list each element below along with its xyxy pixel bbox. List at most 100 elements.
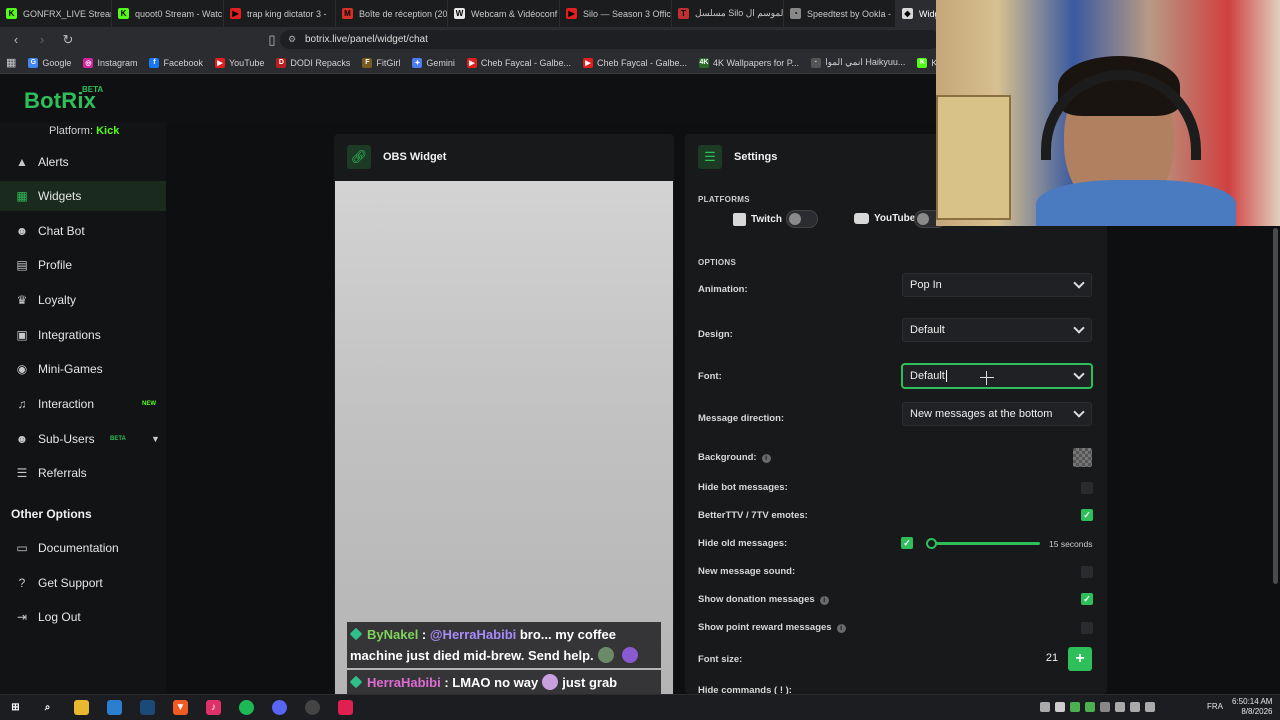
- discord-icon[interactable]: [272, 700, 287, 715]
- sidebar-item-loyalty[interactable]: ♛ Loyalty: [0, 285, 166, 315]
- bookmark-favicon-icon: ◎: [83, 57, 94, 68]
- browser-tab[interactable]: ▶ Silo — Season 3 Offic: [560, 0, 672, 27]
- file-explorer-icon[interactable]: [74, 700, 89, 715]
- info-icon[interactable]: i: [836, 624, 846, 633]
- tab-label: Webcam & Vidéoconf: [471, 8, 558, 19]
- bookmark-item[interactable]: ✦ Gemini: [412, 57, 455, 68]
- design-select[interactable]: Default: [902, 318, 1092, 342]
- page-scrollbar[interactable]: [1273, 228, 1278, 584]
- tab-label: Boîte de réception (20: [359, 8, 448, 19]
- browser-tab[interactable]: M Boîte de réception (20: [336, 0, 448, 27]
- direction-select[interactable]: New messages at the bottom: [902, 402, 1092, 426]
- info-icon[interactable]: i: [761, 454, 771, 463]
- steam-icon[interactable]: [140, 700, 155, 715]
- tiktok-icon[interactable]: ♪: [206, 700, 221, 715]
- slider-handle[interactable]: [926, 538, 937, 549]
- font-value: Default: [910, 370, 945, 382]
- sidebar-item-documentation[interactable]: ▭ Documentation: [0, 533, 166, 563]
- browser-tab[interactable]: ▶ trap king dictator 3 -: [224, 0, 336, 27]
- bookmark-item[interactable]: f Facebook: [149, 57, 203, 68]
- chat-message: HerraHabibi : LMAO no way just grab: [347, 670, 661, 694]
- text-cursor: [945, 370, 947, 382]
- browser-tab[interactable]: T مسلسل Silo الموسم ال: [672, 0, 784, 27]
- twitch-toggle[interactable]: [786, 210, 818, 228]
- chevron-down-icon: [1073, 406, 1085, 418]
- sliders-icon: ☰: [698, 145, 722, 169]
- bookmark-item[interactable]: · انمي الموا Haikyuu...: [811, 57, 905, 68]
- sidebar-item-referrals[interactable]: ☰ Referrals: [0, 458, 166, 488]
- clock[interactable]: 6:50:14 AM 8/8/2026: [1232, 697, 1272, 717]
- background-color-swatch[interactable]: [1073, 448, 1092, 467]
- sidebar-item-widgets[interactable]: ▦ Widgets: [0, 181, 166, 211]
- chevron-down-icon: [1073, 277, 1085, 289]
- search-icon[interactable]: ⌕: [40, 700, 55, 715]
- tab-label: Silo — Season 3 Offic: [583, 8, 671, 19]
- reload-icon[interactable]: ↻: [58, 30, 78, 50]
- donation-checkbox[interactable]: ✓: [1081, 593, 1093, 605]
- animation-select[interactable]: Pop In: [902, 273, 1092, 297]
- forward-icon[interactable]: ›: [32, 30, 52, 50]
- hide-old-value: 15 seconds: [1049, 539, 1093, 549]
- sidebar-item-label: Chat Bot: [38, 224, 85, 238]
- browser-tab[interactable]: K GONFRX_LIVE Stream: [0, 0, 112, 27]
- site-info-icon[interactable]: ⚙: [288, 34, 296, 45]
- bookmark-item[interactable]: G Google: [28, 57, 71, 68]
- store-icon[interactable]: [107, 700, 122, 715]
- sidebar-item-get-support[interactable]: ? Get Support: [0, 568, 166, 598]
- sidebar-item-mini-games[interactable]: ◉ Mini-Games: [0, 354, 166, 384]
- app-icon[interactable]: [338, 700, 353, 715]
- sidebar-item-sub-users[interactable]: ☻ Sub-Users BETA ▼: [0, 424, 166, 454]
- sidebar-item-interaction[interactable]: ♫ Interaction NEW: [0, 389, 166, 419]
- font-select[interactable]: Default: [902, 364, 1092, 388]
- url-field[interactable]: ⚙ botrix.live/panel/widget/chat: [280, 30, 940, 49]
- chevron-down-icon[interactable]: ▼: [151, 434, 160, 444]
- back-icon[interactable]: ‹: [6, 30, 26, 50]
- bookmark-item[interactable]: D DODI Repacks: [276, 57, 350, 68]
- profile-icon: ▤: [16, 258, 28, 272]
- windows-start-icon[interactable]: ⊞: [8, 700, 23, 715]
- sound-checkbox[interactable]: [1081, 566, 1093, 578]
- info-icon[interactable]: i: [819, 596, 829, 605]
- sidebar-item-log-out[interactable]: ⇥ Log Out: [0, 602, 166, 632]
- tab-favicon-icon: ▶: [566, 8, 577, 19]
- spotify-icon[interactable]: [239, 700, 254, 715]
- mouse-crosshair-icon: [980, 371, 994, 385]
- apps-grid-icon[interactable]: ▦: [6, 56, 16, 69]
- hide-old-checkbox[interactable]: ✓: [901, 537, 913, 549]
- bookmark-item[interactable]: ◎ Instagram: [83, 57, 137, 68]
- design-label: Design:: [698, 329, 733, 340]
- browser-tab[interactable]: ◔ Speedtest by Ookla -: [784, 0, 896, 27]
- bookmark-item[interactable]: ▶ YouTube: [215, 57, 264, 68]
- sidebar-item-chat-bot[interactable]: ☻ Chat Bot: [0, 216, 166, 246]
- url-text: botrix.live/panel/widget/chat: [305, 34, 428, 45]
- bookmark-item[interactable]: ▶ Cheb Faycal - Galbe...: [466, 57, 571, 68]
- brave-icon[interactable]: ▼: [173, 700, 188, 715]
- hide-bot-checkbox[interactable]: [1081, 482, 1093, 494]
- hide-old-slider[interactable]: [926, 538, 1040, 549]
- font-label: Font:: [698, 371, 722, 382]
- obs-icon[interactable]: [305, 700, 320, 715]
- sidebar-item-profile[interactable]: ▤ Profile: [0, 250, 166, 280]
- points-checkbox[interactable]: [1081, 622, 1093, 634]
- bookmark-item[interactable]: 4K 4K Wallpapers for P...: [699, 57, 799, 68]
- clock-time: 6:50:14 AM: [1232, 697, 1273, 706]
- sidebar-item-label: Interaction: [38, 397, 95, 411]
- bookmark-icon[interactable]: ▯: [262, 30, 282, 50]
- browser-tab[interactable]: Kquoot0 Stream - Watc: [112, 0, 224, 27]
- sidebar-item-integrations[interactable]: ▣ Integrations: [0, 320, 166, 350]
- chat-mention: @HerraHabibi: [429, 627, 517, 642]
- tab-label: Speedtest by Ookla -: [807, 8, 892, 19]
- link-icon[interactable]: 🔗︎: [347, 145, 371, 169]
- animation-label: Animation:: [698, 284, 748, 295]
- platform-indicator: Platform: Kick: [49, 125, 119, 137]
- bookmark-item[interactable]: F FitGirl: [362, 57, 400, 68]
- input-language[interactable]: FRA: [1207, 702, 1223, 711]
- font-size-value[interactable]: 21: [1040, 652, 1064, 664]
- sidebar-item-label: Alerts: [38, 155, 69, 169]
- font-size-increase-button[interactable]: +: [1068, 647, 1092, 671]
- bttv-checkbox[interactable]: ✓: [1081, 509, 1093, 521]
- browser-tab[interactable]: W Webcam & Vidéoconf: [448, 0, 560, 27]
- sidebar-item-alerts[interactable]: ▲ Alerts: [0, 147, 166, 177]
- tab-favicon-icon: K: [118, 8, 129, 19]
- bookmark-item[interactable]: ▶ Cheb Faycal - Galbe...: [582, 57, 687, 68]
